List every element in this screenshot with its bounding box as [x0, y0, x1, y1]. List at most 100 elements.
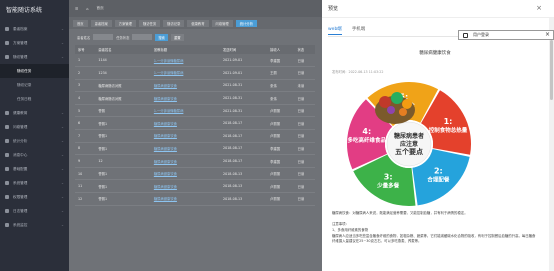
table-cell: 已读 [294, 54, 315, 68]
segment-label: 控制食物总热量 [429, 126, 468, 134]
sidebar-item[interactable]: 基础配置 ⌄ [0, 162, 69, 176]
tab-item[interactable]: 随访记录 [163, 19, 185, 27]
filter-bar: 患者姓名 任务状态 搜索 重置 [69, 29, 322, 45]
table-cell: 卢丽丽 [267, 116, 295, 131]
sidebar-item[interactable]: 健康教育 ⌄ [0, 106, 69, 120]
login-popup[interactable]: 用户登录 × [458, 30, 554, 40]
nav-icon [5, 167, 9, 171]
title-link[interactable]: 糖尿病健康饮食 [150, 154, 221, 168]
table-cell: 已读 [294, 129, 315, 143]
sidebar-item[interactable]: 统计分析 ⌄ [0, 134, 69, 148]
sidebar-item[interactable]: 方案管理 ⌄ [0, 36, 69, 50]
table-cell: 2018-08-17 [220, 129, 268, 143]
title-link[interactable]: 糖尿病健康饮食 [150, 79, 221, 93]
title-link[interactable]: 1.一分钟读懂糖尿病 [150, 66, 221, 80]
table-cell: 卢丽丽 [267, 192, 295, 206]
table-cell: 已读 [294, 116, 315, 131]
table-cell: 2018-08-13 [220, 192, 268, 206]
tab-item[interactable]: 患者档案 [90, 19, 112, 27]
table-cell: 12 [75, 192, 96, 206]
sidebar-item[interactable]: 随访管理 ⌄ [0, 50, 69, 64]
title-link[interactable]: 糖尿病健康饮食 [150, 129, 221, 143]
table-cell: 8 [75, 142, 96, 156]
diabetes-diet-infographic: 1:控制食物总热量2:合理配餐3:少量多餐4:多吃高纤维食品5:清淡饮食 糖尿病… [347, 82, 471, 206]
education-table: 序号 患者姓名 宣教标题 发送时间 接收人 状态 1 1144 1.一分钟读懂糖尿病 2021-… [75, 45, 315, 206]
sidebar-item[interactable]: 患者档案 ⌄ [0, 22, 69, 36]
tab-web[interactable]: web端 [328, 26, 342, 35]
title-link[interactable]: 糖尿病健康饮食 [150, 91, 221, 105]
table-cell: 已读 [294, 167, 315, 181]
column-header: 患者姓名 [95, 45, 151, 54]
title-link[interactable]: 糖尿病健康饮食 [150, 192, 221, 206]
column-header: 序号 [75, 45, 96, 54]
title-link[interactable]: 糖尿病健康饮食 [150, 179, 221, 194]
chevron-down-icon: ⌄ [60, 139, 64, 143]
chevron-down-icon: ⌄ [60, 111, 64, 115]
table-cell: 曹丽1 [95, 129, 151, 143]
search-button[interactable]: 搜索 [155, 33, 168, 41]
sidebar-item[interactable]: 任务日程 [0, 92, 69, 106]
table-cell: 2021-08-31 [220, 104, 268, 118]
segment-label: 合理配餐 [427, 175, 450, 183]
table-cell: 1234 [95, 66, 151, 80]
tab-item[interactable]: 统计分析 [235, 19, 257, 27]
chevron-down-icon: ⌄ [60, 223, 64, 227]
patient-name-input[interactable] [93, 34, 114, 40]
status-select[interactable] [132, 34, 153, 40]
column-header: 状态 [294, 45, 315, 54]
table-cell: 曹丽1 [95, 192, 151, 206]
nav-icon [5, 27, 9, 31]
title-link[interactable]: 糖尿病健康饮食 [150, 167, 221, 181]
table-cell: 2018-08-13 [220, 167, 268, 181]
title-link[interactable]: 1.一分钟读懂糖尿病 [150, 104, 221, 118]
table-cell: 11 [75, 179, 96, 194]
center-text: 应注意 [400, 140, 418, 148]
tab-item[interactable]: 首页 [73, 19, 88, 27]
segment-number: 2: [434, 166, 443, 175]
table-cell: 卢丽丽 [267, 179, 295, 194]
sidebar-item[interactable]: 随访任务 [0, 64, 69, 78]
modal-scrollbar[interactable] [549, 18, 554, 271]
table-cell: 糖尿病随访对照 [95, 91, 151, 105]
reset-button[interactable]: 重置 [170, 33, 184, 41]
sidebar-item[interactable]: 消息中心 ⌄ [0, 148, 69, 162]
tab-mobile[interactable]: 手机端 [352, 26, 366, 35]
column-header: 接收人 [267, 45, 295, 54]
table-cell: 已读 [294, 104, 315, 118]
table-cell: 已读 [294, 179, 315, 194]
popup-label: 用户登录 [473, 32, 489, 37]
sidebar-item-label: 方案管理 [13, 41, 28, 45]
tab-item[interactable]: 健康教育 [187, 19, 209, 27]
sidebar-item[interactable]: 日志管理 ⌄ [0, 204, 69, 218]
title-link[interactable]: 糖尿病健康饮食 [150, 116, 221, 131]
tab-item[interactable]: 随访任务 [138, 19, 161, 27]
sidebar-item-label: 随访任务 [17, 69, 32, 73]
table-row: 2 1234 1.一分钟读懂糖尿病 2021-09-01 王丽 已读 [75, 66, 315, 80]
sidebar-item[interactable]: 系统管理 ⌄ [0, 176, 69, 190]
scrollbar-thumb[interactable] [550, 40, 553, 100]
sidebar-item[interactable]: 问卷管理 ⌄ [0, 120, 69, 134]
chevron-down-icon: ⌄ [60, 41, 64, 45]
table-cell: 2018-08-13 [220, 179, 268, 194]
close-icon[interactable]: × [545, 31, 550, 39]
sidebar-item-label: 系统监控 [13, 223, 28, 227]
nav-icon [5, 195, 9, 199]
table-cell: 2 [75, 66, 96, 80]
tab-item[interactable]: 方案管理 [114, 19, 136, 27]
table-cell: 12 [95, 154, 151, 168]
table-cell: 李建国 [267, 142, 295, 156]
sidebar-item[interactable]: 系统监控 ⌄ [0, 218, 69, 232]
title-link[interactable]: 糖尿病健康饮食 [150, 142, 221, 156]
nav-icon [5, 125, 9, 129]
sidebar-item[interactable]: 随访记录 [0, 78, 69, 92]
table-cell: 王丽 [267, 66, 295, 80]
title-link[interactable]: 1.一分钟读懂糖尿病 [150, 54, 221, 68]
chevron-down-icon: ⌄ [60, 153, 64, 157]
sidebar-item[interactable]: 权限管理 ⌄ [0, 190, 69, 204]
close-icon[interactable]: × [536, 4, 542, 12]
table-row: 12 曹丽1 糖尿病健康饮食 2018-08-13 卢丽丽 已读 [75, 192, 315, 206]
chevron-down-icon: ⌄ [60, 125, 64, 129]
menu-icon[interactable]: ☰ [75, 7, 78, 11]
breadcrumb[interactable]: 首页 [97, 6, 104, 11]
tab-item[interactable]: 问卷管理 [211, 19, 233, 27]
